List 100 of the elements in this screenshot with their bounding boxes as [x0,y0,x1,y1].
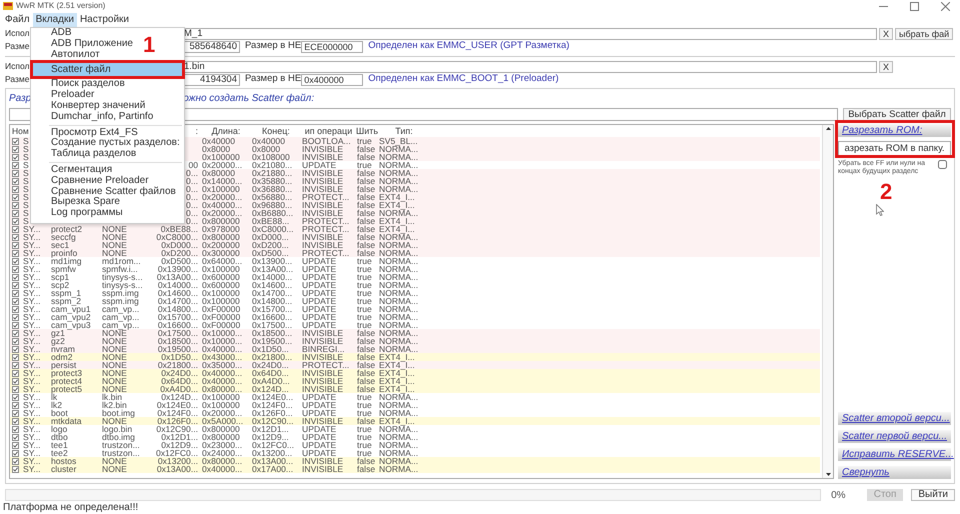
checkbox[interactable] [12,394,19,400]
checkbox[interactable] [938,160,947,169]
menu-item[interactable]: ADB Приложение [31,38,137,50]
table-cell-text: NORMA... [378,145,420,153]
checkbox[interactable] [12,178,19,184]
menu-item[interactable]: Настройки [76,12,132,26]
close-icon[interactable] [941,2,950,10]
menu-item[interactable]: Preloader [31,90,98,101]
table-cell-text: NORMA... [378,457,420,465]
checkbox[interactable] [12,162,19,168]
maximize-icon[interactable] [910,2,919,10]
browse-button[interactable]: ыбрать фай [895,28,954,40]
browse-scatter-button[interactable]: Выбрать Scatter файл [843,108,951,121]
checkbox[interactable] [12,338,19,344]
checkbox[interactable] [12,170,19,176]
menu-item[interactable]: Log программы [31,208,127,219]
scrollbar[interactable] [822,125,833,478]
checkbox[interactable] [12,210,19,216]
checkbox[interactable] [12,250,19,256]
menu-item[interactable]: Вкладки [32,12,77,26]
table-row[interactable]: SY... hostos NONE 0x13200... 0x80000... 0x13A00... INVISIBLE false NORMA... [10,457,820,465]
action-button[interactable]: Исправить RESERVE... [838,448,951,461]
checkbox[interactable] [12,242,19,248]
checkbox[interactable] [12,154,19,160]
checkbox[interactable] [12,186,19,192]
column-header[interactable]: Длина: [201,125,251,137]
checkbox[interactable] [12,386,19,392]
table-cell-text: EXT4_I... [378,361,416,369]
checkbox[interactable] [12,458,19,464]
table-row[interactable]: SY... mtkdata NONE 0x126F0... 0x5A000... 0x12C90... INVISIBLE false EXT4_I... [10,417,820,425]
menu-item[interactable]: Просмотр Ext4_FS [31,128,142,138]
menu-item[interactable]: Файл [2,12,33,26]
table-row[interactable]: SY... proinfo NONE 0xD200... 0x300000 0xD500... PROTECT... false NORMA... [10,249,820,257]
table-row[interactable]: SY... gz1 NONE 0x17500... 0x10000... 0x18500... INVISIBLE false NORMA... [10,329,820,337]
checkbox[interactable] [12,194,19,200]
menu-item[interactable]: Сравнение Preloader [31,176,153,187]
table-row[interactable]: SY... protect4 NONE 0x64D0... 0x40000... 0xA4D0... INVISIBLE false EXT4_I... [10,377,820,385]
table-cell-text: 0x14700... [251,289,294,297]
checkbox[interactable] [12,322,19,328]
table-cell-text: SY... [22,369,42,377]
table-row[interactable]: SY... protect5 NONE 0xA4D0... 0x80000... 0x124D... INVISIBLE false EXT4_I... [10,385,820,393]
checkbox[interactable] [12,290,19,296]
cut-rom-button[interactable]: азрезать ROM в папку. [838,141,951,156]
action-button[interactable]: Scatter первой верси... [838,430,951,443]
table-cell-text: true [356,401,373,409]
checkbox[interactable] [12,410,19,416]
checkbox[interactable] [12,450,19,456]
checkbox[interactable] [12,442,19,448]
checkbox[interactable] [12,466,19,472]
checkbox[interactable] [12,298,19,304]
checkbox[interactable] [12,258,19,264]
table-row[interactable]: SY... nvram NONE 0x19500... 0x40000... 0x1D50... BINREGI... false NORMA... [10,345,820,353]
checkbox[interactable] [12,434,19,440]
clear-button[interactable]: X [879,60,894,72]
checkbox[interactable] [12,266,19,272]
checkbox[interactable] [12,402,19,408]
checkbox[interactable] [12,330,19,336]
checkbox[interactable] [12,274,19,280]
menu-item[interactable]: Автопилот [31,50,104,60]
checkbox[interactable] [12,370,19,376]
action-button[interactable]: Scatter второй верси... [838,412,951,425]
cut-rom-heading[interactable]: Разрезать ROM: [838,124,951,137]
checkbox[interactable] [12,234,19,240]
checkbox[interactable] [12,226,19,232]
table-row[interactable]: SY... seccfg NONE 0xC8000... 0x800000 0xD000... INVISIBLE false NORMA... [10,233,820,241]
table-row[interactable]: SY... protect2 NONE 0xBE88... 0x978000 0xC8000... PROTECT... false EXT4_I... [10,225,820,233]
table-row[interactable]: SY... gz2 NONE 0x18500... 0x10000... 0x19500... INVISIBLE false NORMA... [10,337,820,345]
table-row[interactable]: SY... odm2 NONE 0x1D50... 0x43000... 0x21800... INVISIBLE false EXT4_I... [10,353,820,361]
menu-item[interactable]: Поиск разделов [31,79,129,90]
checkbox[interactable] [12,146,19,152]
table-row[interactable]: SY... protect3 NONE 0x24D0... 0x40000... 0x64D0... INVISIBLE false EXT4_I... [10,369,820,377]
checkbox[interactable] [12,138,19,144]
checkbox[interactable] [12,306,19,312]
checkbox[interactable] [12,426,19,432]
checkbox[interactable] [12,202,19,208]
checkbox[interactable] [12,362,19,368]
hex-size-field[interactable]: ECE000000 [301,40,364,52]
table-row[interactable]: SY... cluster NONE 0x13A00... 0x40000... 0x17A00... INVISIBLE false NORMA... [10,465,820,473]
table-row[interactable]: SY... persist NONE 0x21800... 0x35000... 0x24D0... PROTECT... false EXT4_I... [10,361,820,369]
column-header[interactable]: Шить [356,125,378,137]
column-header[interactable]: Конец: [251,125,301,137]
menu-item[interactable]: Dumchar_info, Partinfo [31,112,158,123]
arrow-down-icon[interactable] [826,473,830,476]
checkbox[interactable] [12,282,19,288]
checkbox[interactable] [12,314,19,320]
table-cell-text: INVISIBLE [301,369,344,377]
exit-button[interactable]: Выйти [911,489,955,501]
column-header[interactable]: ип операци [301,125,356,137]
hex-size-field[interactable]: 0x400000 [301,74,364,86]
checkbox[interactable] [12,418,19,424]
checkbox[interactable] [12,378,19,384]
arrow-up-icon[interactable] [826,127,830,130]
checkbox[interactable] [12,354,19,360]
action-button[interactable]: Свернуть [838,466,951,479]
clear-button[interactable]: X [879,28,894,40]
menu-item[interactable]: Конвертер значений [31,100,150,112]
checkbox[interactable] [12,218,19,224]
column-header[interactable]: Тип: [378,125,430,137]
checkbox[interactable] [12,346,19,352]
table-row[interactable]: SY... sec1 NONE 0xD000... 0x200000 0xD200... INVISIBLE false NORMA... [10,241,820,249]
